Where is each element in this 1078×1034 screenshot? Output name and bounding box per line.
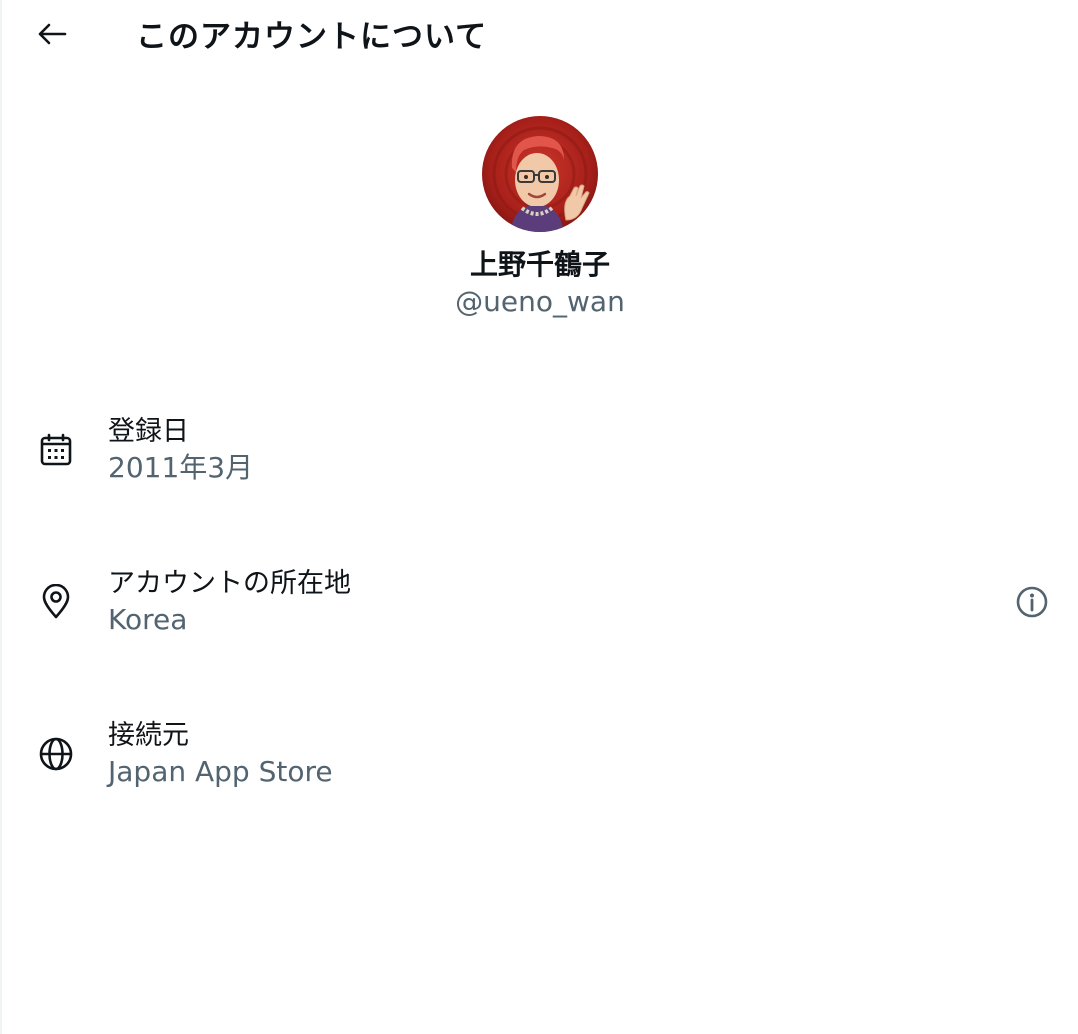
avatar[interactable] [482, 116, 598, 232]
page-title: このアカウントについて [136, 19, 488, 55]
profile-summary: 上野千鶴子 @ueno_wan [2, 116, 1078, 319]
back-button[interactable] [28, 12, 76, 56]
header: このアカウントについて [2, 0, 1078, 76]
detail-text: アカウントの所在地 Korea [108, 566, 351, 638]
detail-text: 接続元 Japan App Store [108, 718, 333, 790]
location-info-button[interactable] [1012, 582, 1052, 622]
location-pin-icon [36, 582, 76, 622]
arrow-left-icon [38, 23, 67, 45]
detail-row-connected-via: 接続元 Japan App Store [2, 718, 1078, 798]
calendar-icon [36, 430, 76, 470]
info-icon [1016, 586, 1048, 618]
detail-text: 登録日 2011年3月 [108, 414, 253, 486]
detail-value: 2011年3月 [108, 451, 254, 484]
detail-value: Japan App Store [108, 755, 333, 788]
detail-row-joined: 登録日 2011年3月 [2, 414, 1078, 494]
detail-label: 登録日 [108, 416, 189, 447]
detail-row-location: アカウントの所在地 Korea [2, 566, 1078, 646]
detail-label: 接続元 [108, 720, 189, 751]
username-handle: @ueno_wan [455, 285, 625, 318]
about-account-page: このアカウントについて 上野千鶴子 @ueno_wan 登録日 2011年3月 … [0, 0, 1078, 1034]
detail-label: アカウントの所在地 [108, 568, 351, 599]
display-name: 上野千鶴子 [469, 248, 610, 281]
detail-value: Korea [108, 603, 188, 636]
globe-icon [36, 734, 76, 774]
